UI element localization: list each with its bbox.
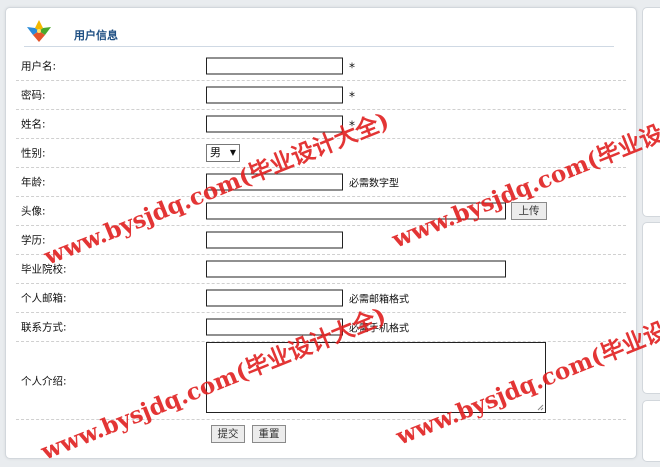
username-label: 用户名: <box>21 60 57 73</box>
email-input[interactable] <box>206 289 343 307</box>
name-label: 姓名: <box>21 118 46 131</box>
form-row-age: 年龄: 必需数字型 <box>16 168 626 197</box>
form-row-school: 毕业院校: <box>16 255 626 284</box>
user-info-panel: 用户信息 用户名: * 密码: * 姓名: * 性别: 男 ▼ 年龄: 必需数字… <box>5 7 637 459</box>
side-panel-bottom <box>642 400 660 462</box>
form-row-password: 密码: * <box>16 81 626 110</box>
reset-button[interactable]: 重置 <box>252 425 286 443</box>
contact-input[interactable] <box>206 318 343 336</box>
gender-selected-value: 男 <box>210 146 221 159</box>
password-label: 密码: <box>21 89 46 102</box>
upload-button[interactable]: 上传 <box>511 202 547 220</box>
form-row-intro: 个人介绍: <box>16 342 626 420</box>
user-info-form: 用户名: * 密码: * 姓名: * 性别: 男 ▼ 年龄: 必需数字型 头像:… <box>16 52 626 448</box>
form-row-username: 用户名: * <box>16 52 626 81</box>
password-input[interactable] <box>206 86 343 104</box>
form-row-name: 姓名: * <box>16 110 626 139</box>
form-row-avatar: 头像: 上传 <box>16 197 626 226</box>
age-label: 年龄: <box>21 176 46 189</box>
avatar-label: 头像: <box>21 205 46 218</box>
side-panel-middle <box>642 222 660 394</box>
side-panel-top <box>642 7 660 217</box>
header-divider <box>24 46 614 47</box>
name-required-mark: * <box>349 118 355 133</box>
education-label: 学历: <box>21 234 46 247</box>
contact-hint: 必需手机格式 <box>349 323 409 335</box>
education-input[interactable] <box>206 231 343 249</box>
contact-label: 联系方式: <box>21 321 67 334</box>
logo-icon <box>27 20 51 42</box>
email-hint: 必需邮箱格式 <box>349 294 409 306</box>
chevron-down-icon: ▼ <box>229 148 236 157</box>
form-row-contact: 联系方式: 必需手机格式 <box>16 313 626 342</box>
age-hint: 必需数字型 <box>349 178 399 190</box>
email-label: 个人邮箱: <box>21 292 67 305</box>
username-required-mark: * <box>349 60 355 75</box>
gender-label: 性别: <box>21 147 46 160</box>
submit-button[interactable]: 提交 <box>211 425 245 443</box>
form-row-education: 学历: <box>16 226 626 255</box>
form-row-gender: 性别: 男 ▼ <box>16 139 626 168</box>
age-input[interactable] <box>206 173 343 191</box>
panel-title: 用户信息 <box>74 29 118 42</box>
avatar-input[interactable] <box>206 202 506 220</box>
form-row-email: 个人邮箱: 必需邮箱格式 <box>16 284 626 313</box>
panel-header: 用户信息 <box>6 8 636 48</box>
name-input[interactable] <box>206 115 343 133</box>
school-label: 毕业院校: <box>21 263 67 276</box>
username-input[interactable] <box>206 57 343 75</box>
password-required-mark: * <box>349 89 355 104</box>
gender-select[interactable]: 男 ▼ <box>206 144 240 162</box>
school-input[interactable] <box>206 260 506 278</box>
resize-handle-icon[interactable] <box>536 403 544 411</box>
intro-label: 个人介绍: <box>21 375 67 387</box>
intro-textarea[interactable] <box>206 342 546 413</box>
